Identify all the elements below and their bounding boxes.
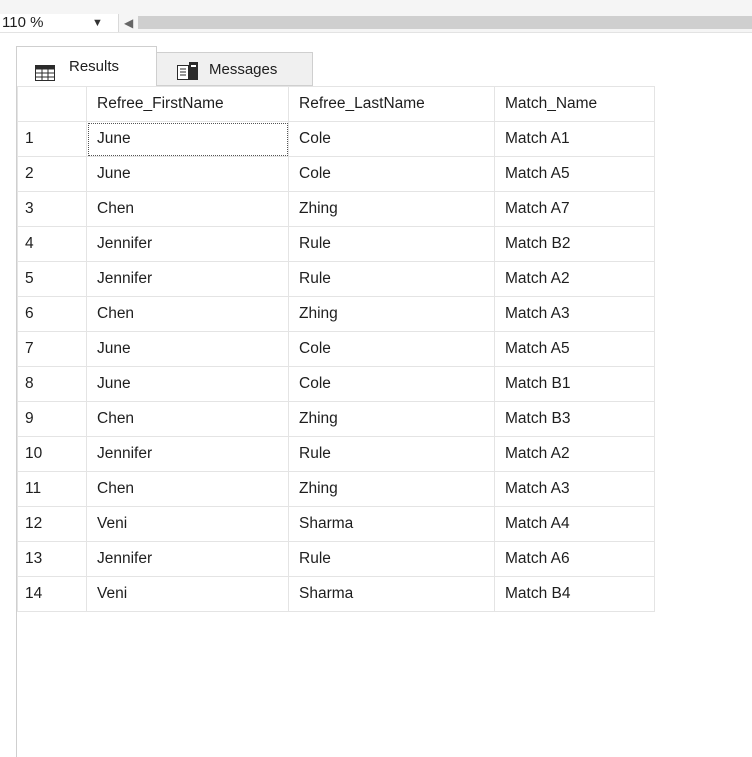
refree-firstname-cell[interactable]: Chen — [86, 401, 289, 437]
refree-lastname-cell[interactable]: Cole — [288, 366, 495, 402]
match-name-cell[interactable]: Match A1 — [494, 121, 655, 157]
zoom-value: 110 % — [2, 14, 44, 31]
row-number[interactable]: 7 — [17, 331, 87, 367]
refree-lastname-cell[interactable]: Rule — [288, 226, 495, 262]
chevron-down-icon[interactable]: ▼ — [92, 14, 103, 32]
refree-firstname-cell[interactable]: June — [86, 366, 289, 402]
row-number[interactable]: 4 — [17, 226, 87, 262]
header-row: Refree_FirstName Refree_LastName Match_N… — [17, 86, 655, 122]
tab-messages[interactable]: Messages — [157, 52, 313, 86]
refree-firstname-cell[interactable]: Chen — [86, 296, 289, 332]
match-name-cell[interactable]: Match A2 — [494, 436, 655, 472]
refree-firstname-cell[interactable]: Chen — [86, 471, 289, 507]
table-row[interactable]: 13 Jennifer Rule Match A6 — [17, 541, 655, 577]
row-number[interactable]: 10 — [17, 436, 87, 472]
refree-lastname-cell[interactable]: Zhing — [288, 296, 495, 332]
tab-results-label: Results — [69, 58, 120, 75]
row-number[interactable]: 12 — [17, 506, 87, 542]
refree-firstname-cell[interactable]: Jennifer — [86, 261, 289, 297]
tab-results[interactable]: Results — [16, 46, 157, 86]
match-name-cell[interactable]: Match A7 — [494, 191, 655, 227]
row-number[interactable]: 11 — [17, 471, 87, 507]
refree-firstname-cell[interactable]: June — [86, 156, 289, 192]
table-row[interactable]: 4 Jennifer Rule Match B2 — [17, 226, 655, 262]
refree-firstname-cell[interactable]: Chen — [86, 191, 289, 227]
scroll-left-icon[interactable]: ◀ — [124, 15, 133, 31]
column-header-match-name[interactable]: Match_Name — [494, 86, 655, 122]
refree-lastname-cell[interactable]: Zhing — [288, 191, 495, 227]
refree-firstname-cell[interactable]: June — [86, 121, 289, 157]
horizontal-scrollbar[interactable] — [138, 16, 752, 29]
table-row[interactable]: 9 Chen Zhing Match B3 — [17, 401, 655, 437]
table-row[interactable]: 3 Chen Zhing Match A7 — [17, 191, 655, 227]
refree-lastname-cell[interactable]: Sharma — [288, 506, 495, 542]
match-name-cell[interactable]: Match A3 — [494, 471, 655, 507]
row-number[interactable]: 14 — [17, 576, 87, 612]
table-row[interactable]: 6 Chen Zhing Match A3 — [17, 296, 655, 332]
results-table: Refree_FirstName Refree_LastName Match_N… — [17, 86, 655, 612]
column-header-refree-firstname[interactable]: Refree_FirstName — [86, 86, 289, 122]
match-name-cell[interactable]: Match A5 — [494, 331, 655, 367]
tab-messages-label: Messages — [209, 61, 278, 78]
match-name-cell[interactable]: Match B4 — [494, 576, 655, 612]
refree-lastname-cell[interactable]: Rule — [288, 541, 495, 577]
row-number-header[interactable] — [17, 86, 87, 122]
table-row[interactable]: 8 June Cole Match B1 — [17, 366, 655, 402]
refree-lastname-cell[interactable]: Zhing — [288, 471, 495, 507]
refree-lastname-cell[interactable]: Cole — [288, 121, 495, 157]
refree-firstname-cell[interactable]: Jennifer — [86, 436, 289, 472]
table-row[interactable]: 5 Jennifer Rule Match A2 — [17, 261, 655, 297]
row-number[interactable]: 5 — [17, 261, 87, 297]
table-row[interactable]: 2 June Cole Match A5 — [17, 156, 655, 192]
row-number[interactable]: 6 — [17, 296, 87, 332]
refree-lastname-cell[interactable]: Zhing — [288, 401, 495, 437]
table-row[interactable]: 12 Veni Sharma Match A4 — [17, 506, 655, 542]
match-name-cell[interactable]: Match A5 — [494, 156, 655, 192]
table-row[interactable]: 14 Veni Sharma Match B4 — [17, 576, 655, 612]
match-name-cell[interactable]: Match A3 — [494, 296, 655, 332]
row-number[interactable]: 8 — [17, 366, 87, 402]
table-row[interactable]: 11 Chen Zhing Match A3 — [17, 471, 655, 507]
refree-lastname-cell[interactable]: Cole — [288, 156, 495, 192]
row-number[interactable]: 2 — [17, 156, 87, 192]
refree-firstname-cell[interactable]: June — [86, 331, 289, 367]
row-number[interactable]: 9 — [17, 401, 87, 437]
refree-firstname-cell[interactable]: Jennifer — [86, 226, 289, 262]
match-name-cell[interactable]: Match A6 — [494, 541, 655, 577]
table-row[interactable]: 10 Jennifer Rule Match A2 — [17, 436, 655, 472]
match-name-cell[interactable]: Match B1 — [494, 366, 655, 402]
row-number[interactable]: 1 — [17, 121, 87, 157]
table-row[interactable]: 7 June Cole Match A5 — [17, 331, 655, 367]
match-name-cell[interactable]: Match A2 — [494, 261, 655, 297]
match-name-cell[interactable]: Match A4 — [494, 506, 655, 542]
row-number[interactable]: 13 — [17, 541, 87, 577]
row-number[interactable]: 3 — [17, 191, 87, 227]
refree-firstname-cell[interactable]: Veni — [86, 506, 289, 542]
refree-firstname-cell[interactable]: Jennifer — [86, 541, 289, 577]
table-row[interactable]: 1 June Cole Match A1 — [17, 121, 655, 157]
refree-lastname-cell[interactable]: Cole — [288, 331, 495, 367]
column-header-refree-lastname[interactable]: Refree_LastName — [288, 86, 495, 122]
refree-lastname-cell[interactable]: Rule — [288, 261, 495, 297]
result-tabs: Results Messages — [16, 46, 752, 86]
refree-lastname-cell[interactable]: Rule — [288, 436, 495, 472]
results-toolbar: 110 % ▼ ◀ — [0, 0, 752, 33]
results-grid: Refree_FirstName Refree_LastName Match_N… — [16, 86, 752, 757]
match-name-cell[interactable]: Match B3 — [494, 401, 655, 437]
zoom-dropdown[interactable]: 110 % ▼ — [0, 14, 119, 32]
match-name-cell[interactable]: Match B2 — [494, 226, 655, 262]
refree-lastname-cell[interactable]: Sharma — [288, 576, 495, 612]
refree-firstname-cell[interactable]: Veni — [86, 576, 289, 612]
